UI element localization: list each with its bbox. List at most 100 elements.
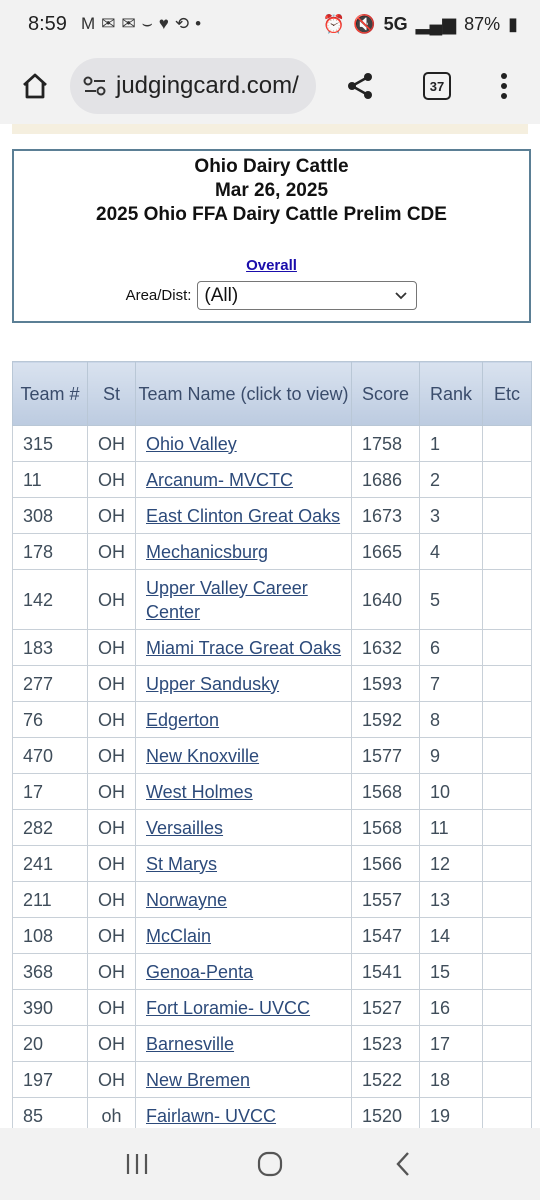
team-name-link[interactable]: Upper Sandusky [146,674,279,694]
cell-state: OH [87,569,136,630]
home-nav-button[interactable] [240,1134,300,1194]
cell-team-number: 277 [12,665,88,702]
team-name-link[interactable]: Mechanicsburg [146,542,268,562]
table-row: 390 OH Fort Loramie- UVCC 1527 16 [12,989,532,1026]
notification-icons: M ✉ ✉ ⌣ ♥ ⟲ • [81,14,201,34]
cell-state: OH [87,737,136,774]
cell-etc [482,701,532,738]
status-time: 8:59 [28,12,67,35]
recents-icon [126,1154,147,1174]
table-row: 277 OH Upper Sandusky 1593 7 [12,665,532,702]
col-etc[interactable]: Etc [482,361,532,426]
cell-etc [482,665,532,702]
cell-etc [482,773,532,810]
cell-score: 1593 [351,665,420,702]
status-right: ⏰ 🔇 5G ▂▄▆ 87% ▮ [323,14,518,35]
team-name-link[interactable]: Edgerton [146,710,219,730]
cell-state: OH [87,425,136,462]
cell-score: 1673 [351,497,420,534]
team-name-link[interactable]: Fort Loramie- UVCC [146,998,310,1018]
team-name-link[interactable]: Miami Trace Great Oaks [146,638,341,658]
cell-team-name: Fort Loramie- UVCC [135,989,352,1026]
back-button[interactable] [373,1134,433,1194]
team-name-link[interactable]: New Bremen [146,1070,250,1090]
team-name-link[interactable]: West Holmes [146,782,253,802]
home-button[interactable] [0,48,70,124]
cell-team-number: 315 [12,425,88,462]
cell-score: 1520 [351,1097,420,1128]
cell-team-name: Edgerton [135,701,352,738]
team-name-link[interactable]: Ohio Valley [146,434,237,454]
tabs-button[interactable]: 37 [400,48,474,124]
table-row: 282 OH Versailles 1568 11 [12,809,532,846]
team-name-link[interactable]: Arcanum- MVCTC [146,470,293,490]
more-vert-icon [501,73,507,99]
cell-etc [482,917,532,954]
cell-rank: 14 [419,917,483,954]
site-settings-icon [83,76,106,96]
cell-team-number: 76 [12,701,88,738]
cell-team-number: 282 [12,809,88,846]
team-name-link[interactable]: Barnesville [146,1034,234,1054]
col-state[interactable]: St [87,361,136,426]
browser-toolbar: judgingcard.com/ 37 [0,48,540,124]
cell-state: OH [87,629,136,666]
cell-team-number: 142 [12,569,88,630]
cell-rank: 7 [419,665,483,702]
table-row: 241 OH St Marys 1566 12 [12,845,532,882]
cell-score: 1632 [351,629,420,666]
team-name-link[interactable]: St Marys [146,854,217,874]
cell-state: OH [87,917,136,954]
contest-header: Ohio Dairy Cattle Mar 26, 2025 2025 Ohio… [12,149,531,323]
menu-button[interactable] [474,48,534,124]
table-row: 470 OH New Knoxville 1577 9 [12,737,532,774]
team-name-link[interactable]: Fairlawn- UVCC [146,1106,276,1126]
cell-etc [482,845,532,882]
team-name-link[interactable]: Upper Valley Career Center [146,578,308,622]
team-name-link[interactable]: Versailles [146,818,223,838]
page-banner-remnant [12,124,528,134]
table-header-row: Team # St Team Name (click to view) Scor… [12,361,532,426]
cell-team-number: 11 [12,461,88,498]
team-name-link[interactable]: East Clinton Great Oaks [146,506,340,526]
team-name-link[interactable]: McClain [146,926,211,946]
cell-team-name: Ohio Valley [135,425,352,462]
cell-rank: 2 [419,461,483,498]
overall-link[interactable]: Overall [246,257,297,274]
col-team-number[interactable]: Team # [12,361,88,426]
system-nav-bar [0,1128,540,1200]
battery-icon: ▮ [508,13,518,34]
cell-team-name: Norwayne [135,881,352,918]
col-score[interactable]: Score [351,361,420,426]
cell-rank: 9 [419,737,483,774]
table-row: 183 OH Miami Trace Great Oaks 1632 6 [12,629,532,666]
col-team-name[interactable]: Team Name (click to view) [135,361,352,426]
cell-state: OH [87,533,136,570]
cell-team-name: Versailles [135,809,352,846]
mail-icon: ✉ [121,14,136,33]
dot-icon: • [195,14,202,33]
table-row: 142 OH Upper Valley Career Center 1640 5 [12,569,532,630]
share-button[interactable] [320,48,400,124]
cell-etc [482,881,532,918]
cell-team-name: McClain [135,917,352,954]
mail-icon: ✉ [101,14,116,33]
cell-etc [482,989,532,1026]
col-rank[interactable]: Rank [419,361,483,426]
url-bar[interactable]: judgingcard.com/ [70,58,316,114]
area-select[interactable]: (All) [197,281,418,310]
cell-score: 1527 [351,989,420,1026]
back-icon [396,1152,410,1176]
chevron-down-icon [395,292,408,300]
cell-rank: 11 [419,809,483,846]
team-name-link[interactable]: Norwayne [146,890,227,910]
recents-button[interactable] [107,1134,167,1194]
cell-etc [482,1061,532,1098]
team-name-link[interactable]: New Knoxville [146,746,259,766]
cell-team-name: St Marys [135,845,352,882]
gmail-icon: M [80,14,96,33]
network-label: 5G [383,13,408,34]
cell-score: 1758 [351,425,420,462]
status-bar: 8:59 M ✉ ✉ ⌣ ♥ ⟲ • ⏰ 🔇 5G ▂▄▆ 87% ▮ [0,0,540,48]
team-name-link[interactable]: Genoa-Penta [146,962,253,982]
